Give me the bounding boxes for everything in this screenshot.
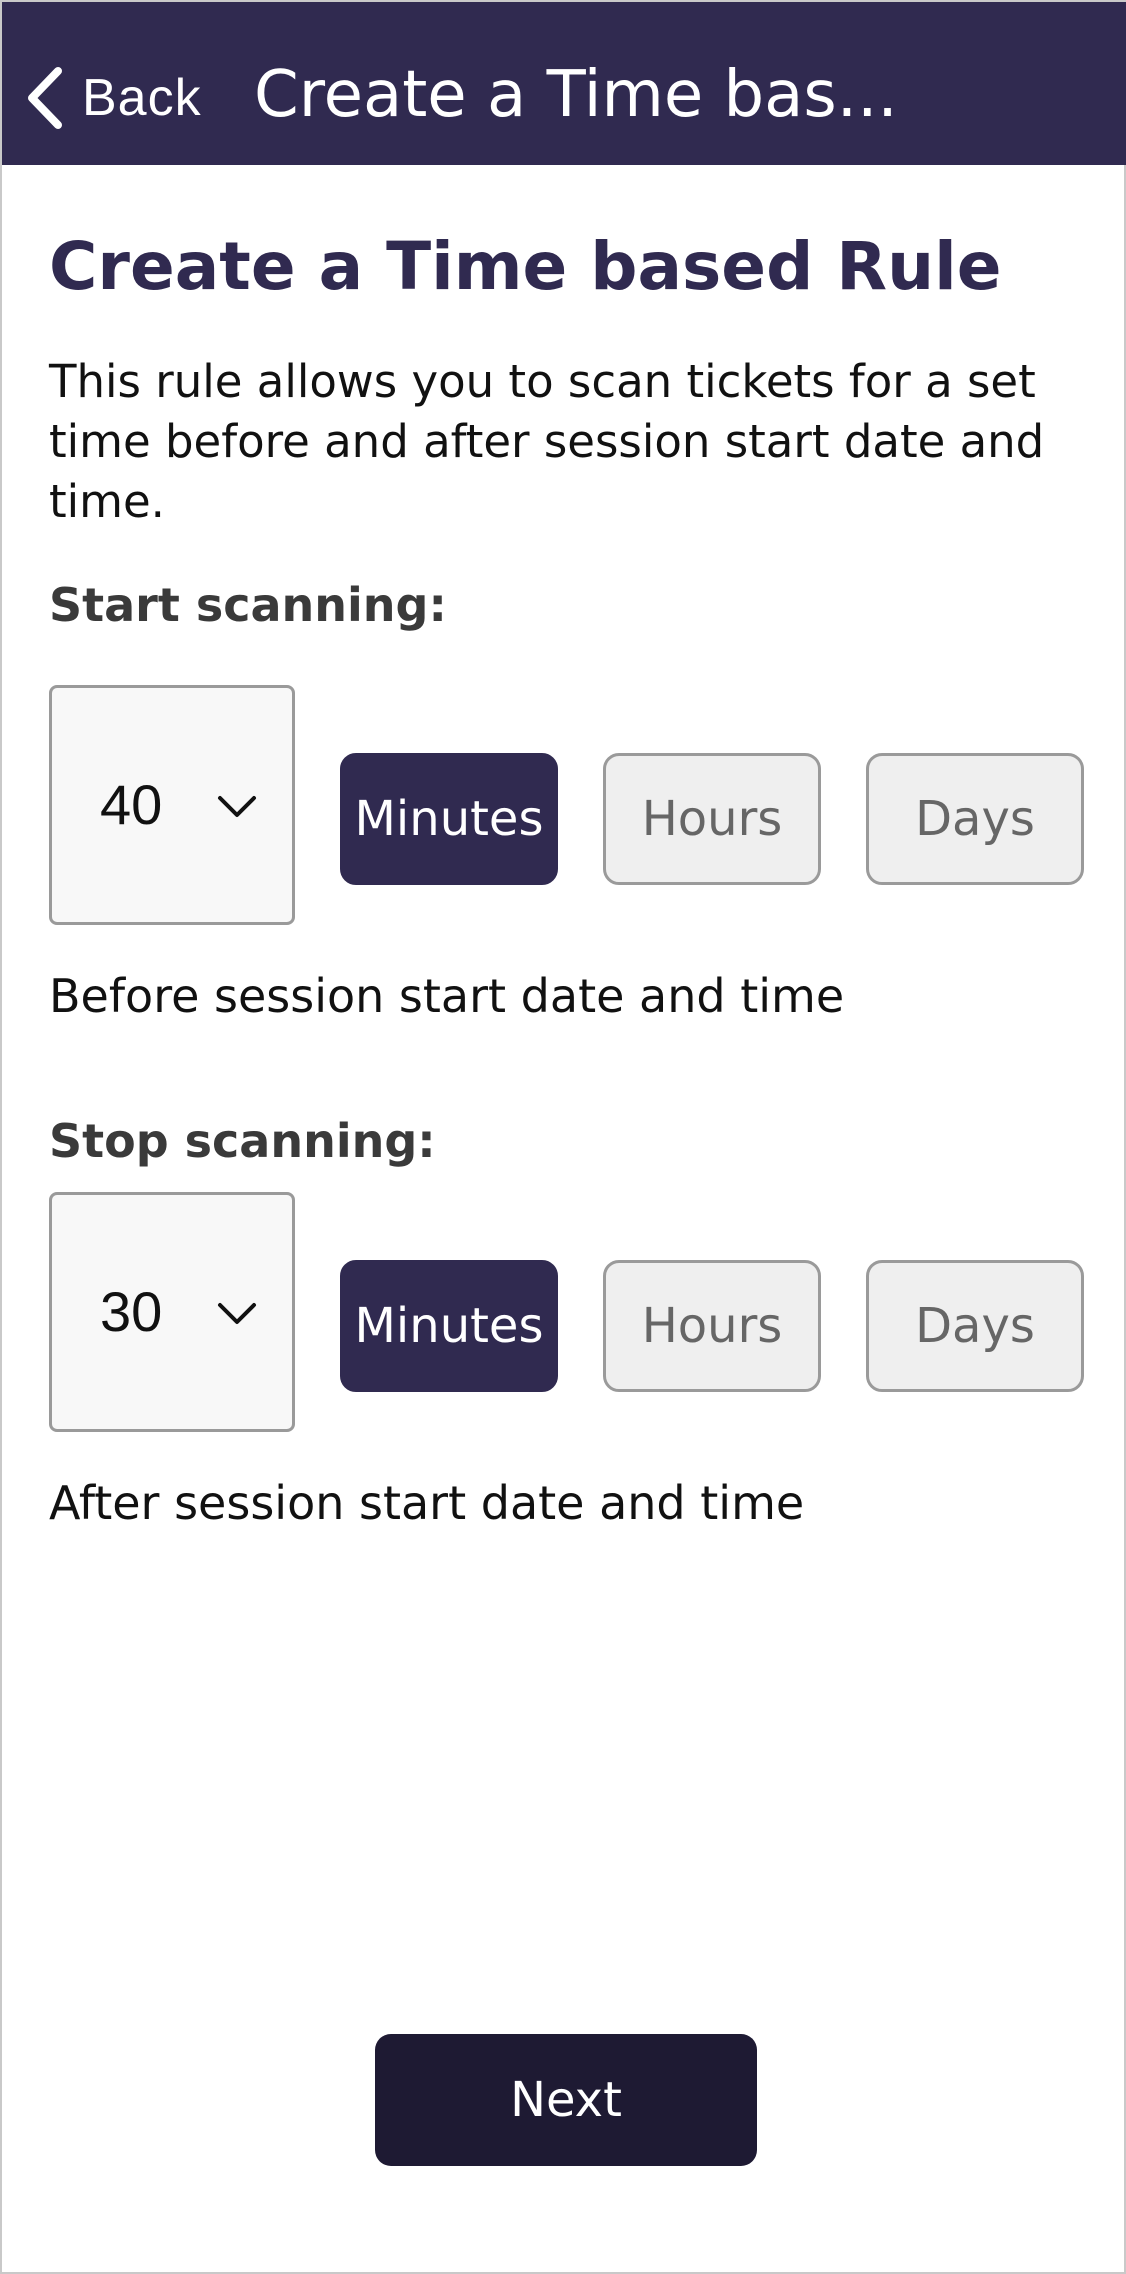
stop-value: 30 [100, 1280, 163, 1343]
start-unit-hours-button[interactable]: Hours [603, 753, 821, 885]
start-value-dropdown[interactable]: 40 [49, 685, 295, 925]
start-unit-days-button[interactable]: Days [866, 753, 1084, 885]
chevron-down-icon [218, 1303, 256, 1324]
start-unit-minutes-button[interactable]: Minutes [340, 753, 558, 885]
stop-unit-minutes-button[interactable]: Minutes [340, 1260, 558, 1392]
app-screen: Back Create a Time bas... Create a Time … [0, 0, 1126, 2274]
chevron-down-icon [218, 796, 256, 817]
navigation-bar: Back Create a Time bas... [2, 2, 1126, 165]
stop-scanning-label: Stop scanning: [49, 1114, 436, 1168]
start-scanning-label: Start scanning: [49, 578, 447, 632]
stop-value-dropdown[interactable]: 30 [49, 1192, 295, 1432]
stop-note: After session start date and time [49, 1476, 805, 1530]
back-label: Back [82, 69, 202, 127]
nav-title: Create a Time bas... [254, 58, 898, 132]
next-button[interactable]: Next [375, 2034, 757, 2166]
stop-unit-hours-button[interactable]: Hours [603, 1260, 821, 1392]
rule-description: This rule allows you to scan tickets for… [49, 355, 1045, 528]
chevron-left-icon [28, 67, 62, 129]
back-button[interactable]: Back [24, 62, 202, 134]
start-note: Before session start date and time [49, 969, 845, 1023]
stop-unit-days-button[interactable]: Days [866, 1260, 1084, 1392]
page-title: Create a Time based Rule [49, 228, 1002, 305]
start-value: 40 [100, 773, 163, 836]
